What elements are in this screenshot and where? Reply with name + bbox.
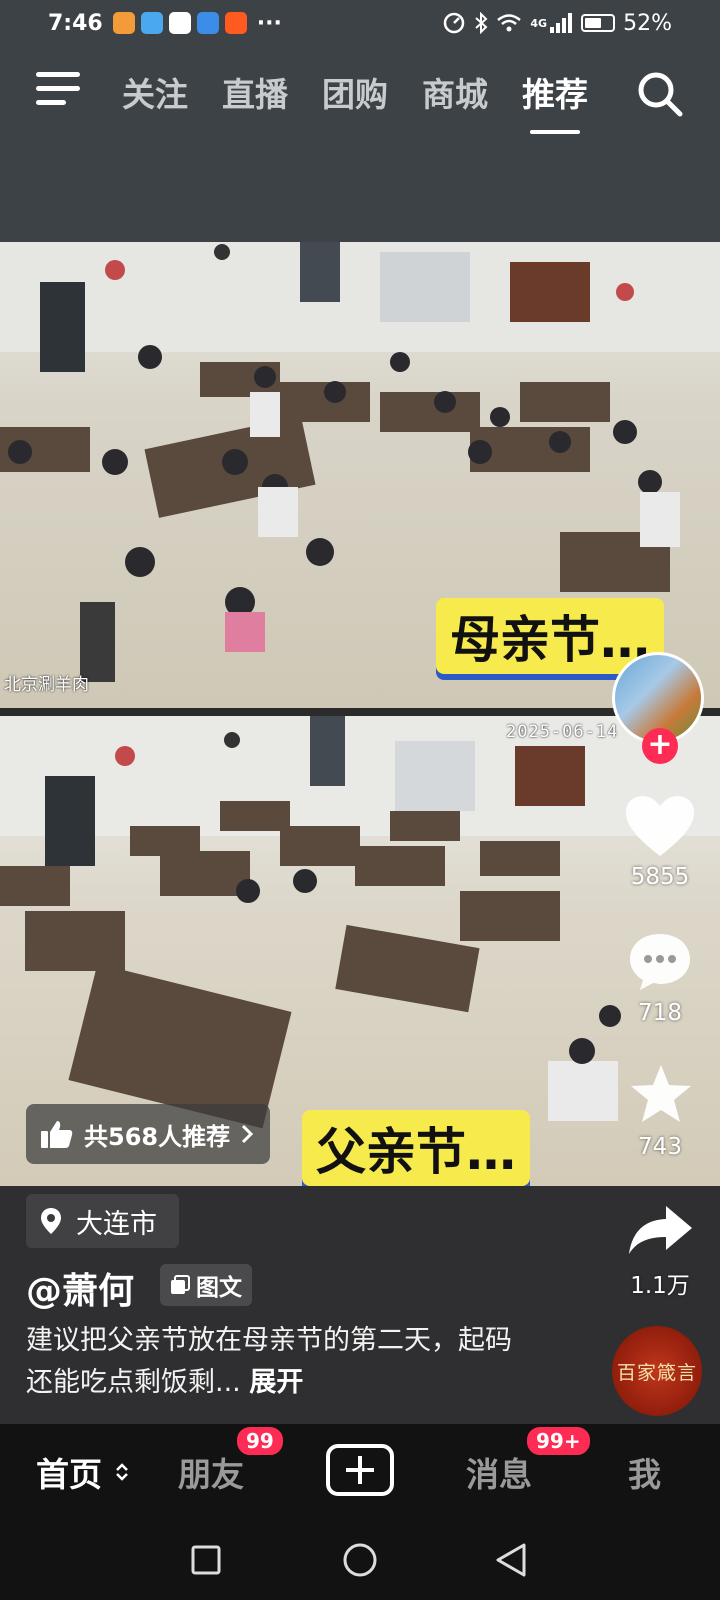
bottom-nav: 首页 朋友 99 消息 99+ 我 — [0, 1424, 720, 1520]
status-bar: 7:46 ··· 4G 52% — [0, 0, 720, 46]
author-name[interactable]: @萧何 — [26, 1262, 134, 1314]
camera-timestamp: 2025-06-14 — [506, 722, 619, 742]
recommend-count-button[interactable]: 共568人推荐 — [26, 1104, 271, 1164]
tab-following[interactable]: 关注 — [122, 68, 188, 116]
location-label: 大连市 — [76, 1208, 157, 1240]
camera-label: 北京涮羊肉 — [4, 675, 89, 695]
tab-mall[interactable]: 商城 — [422, 68, 488, 116]
status-more: ··· — [256, 10, 282, 36]
nav-messages[interactable]: 消息 — [466, 1448, 532, 1496]
favorite-count: 743 — [638, 1134, 682, 1160]
tab-recommend[interactable]: 推荐 — [522, 68, 588, 134]
thumbs-up-icon — [41, 1121, 73, 1148]
network-type: 4G — [530, 16, 548, 30]
system-nav-bar — [0, 1520, 720, 1600]
battery-icon — [581, 14, 616, 32]
heart-icon[interactable] — [624, 794, 696, 860]
status-right: 4G 52% — [442, 11, 672, 36]
create-post-button[interactable] — [326, 1444, 394, 1496]
messages-badge: 99+ — [524, 1424, 593, 1458]
post-type-label: 图文 — [196, 1275, 242, 1301]
wechat-icon — [168, 12, 191, 34]
expand-link[interactable]: 展开 — [249, 1367, 303, 1398]
battery-percent: 52% — [623, 10, 672, 36]
nav-friends[interactable]: 朋友 — [178, 1448, 244, 1496]
location-tag[interactable]: 大连市 — [26, 1194, 179, 1248]
tab-group-buy[interactable]: 团购 — [322, 68, 388, 116]
post-type-badge: 图文 — [160, 1264, 252, 1306]
frame-divider — [0, 708, 720, 716]
search-icon[interactable] — [636, 70, 684, 118]
like-count: 5855 — [630, 864, 690, 890]
comment-icon[interactable] — [626, 930, 694, 994]
caption-fathers-day: 父亲节… — [302, 1110, 530, 1186]
music-disc[interactable]: 百家箴言 — [612, 1326, 702, 1416]
comment-count: 718 — [638, 1000, 682, 1026]
taobao-icon — [224, 12, 247, 34]
nav-me[interactable]: 我 — [628, 1448, 661, 1496]
share-count: 1.1万 — [630, 1273, 690, 1299]
app-notification-icon — [112, 12, 135, 34]
back-icon[interactable] — [494, 1542, 528, 1578]
refresh-toggle-icon[interactable] — [114, 1462, 130, 1482]
image-text-icon — [171, 1275, 190, 1294]
home-icon[interactable] — [342, 1542, 378, 1578]
location-pin-icon — [41, 1208, 61, 1234]
bluetooth-icon — [475, 12, 488, 34]
menu-icon[interactable] — [36, 72, 84, 112]
star-icon[interactable] — [628, 1062, 694, 1126]
browser-icon — [196, 12, 219, 34]
chevron-right-icon — [242, 1124, 254, 1144]
recommend-label: 共568人推荐 — [84, 1122, 231, 1151]
top-nav: 关注 直播 团购 商城 推荐 — [0, 60, 720, 136]
nfc-icon — [444, 12, 465, 34]
signal-icon — [550, 13, 573, 33]
tab-live[interactable]: 直播 — [222, 68, 288, 116]
cloud-app-icon — [140, 12, 163, 34]
wifi-icon — [497, 14, 522, 32]
post-description[interactable]: 建议把父亲节放在母亲节的第二天，起码还能吃点剩饭剩... 展开 — [26, 1320, 516, 1404]
follow-button[interactable]: + — [642, 728, 678, 764]
recent-apps-icon[interactable] — [190, 1544, 222, 1576]
status-time: 7:46 — [48, 10, 103, 36]
share-icon[interactable] — [626, 1202, 696, 1258]
nav-home[interactable]: 首页 — [36, 1448, 102, 1496]
friends-badge: 99 — [234, 1424, 286, 1458]
